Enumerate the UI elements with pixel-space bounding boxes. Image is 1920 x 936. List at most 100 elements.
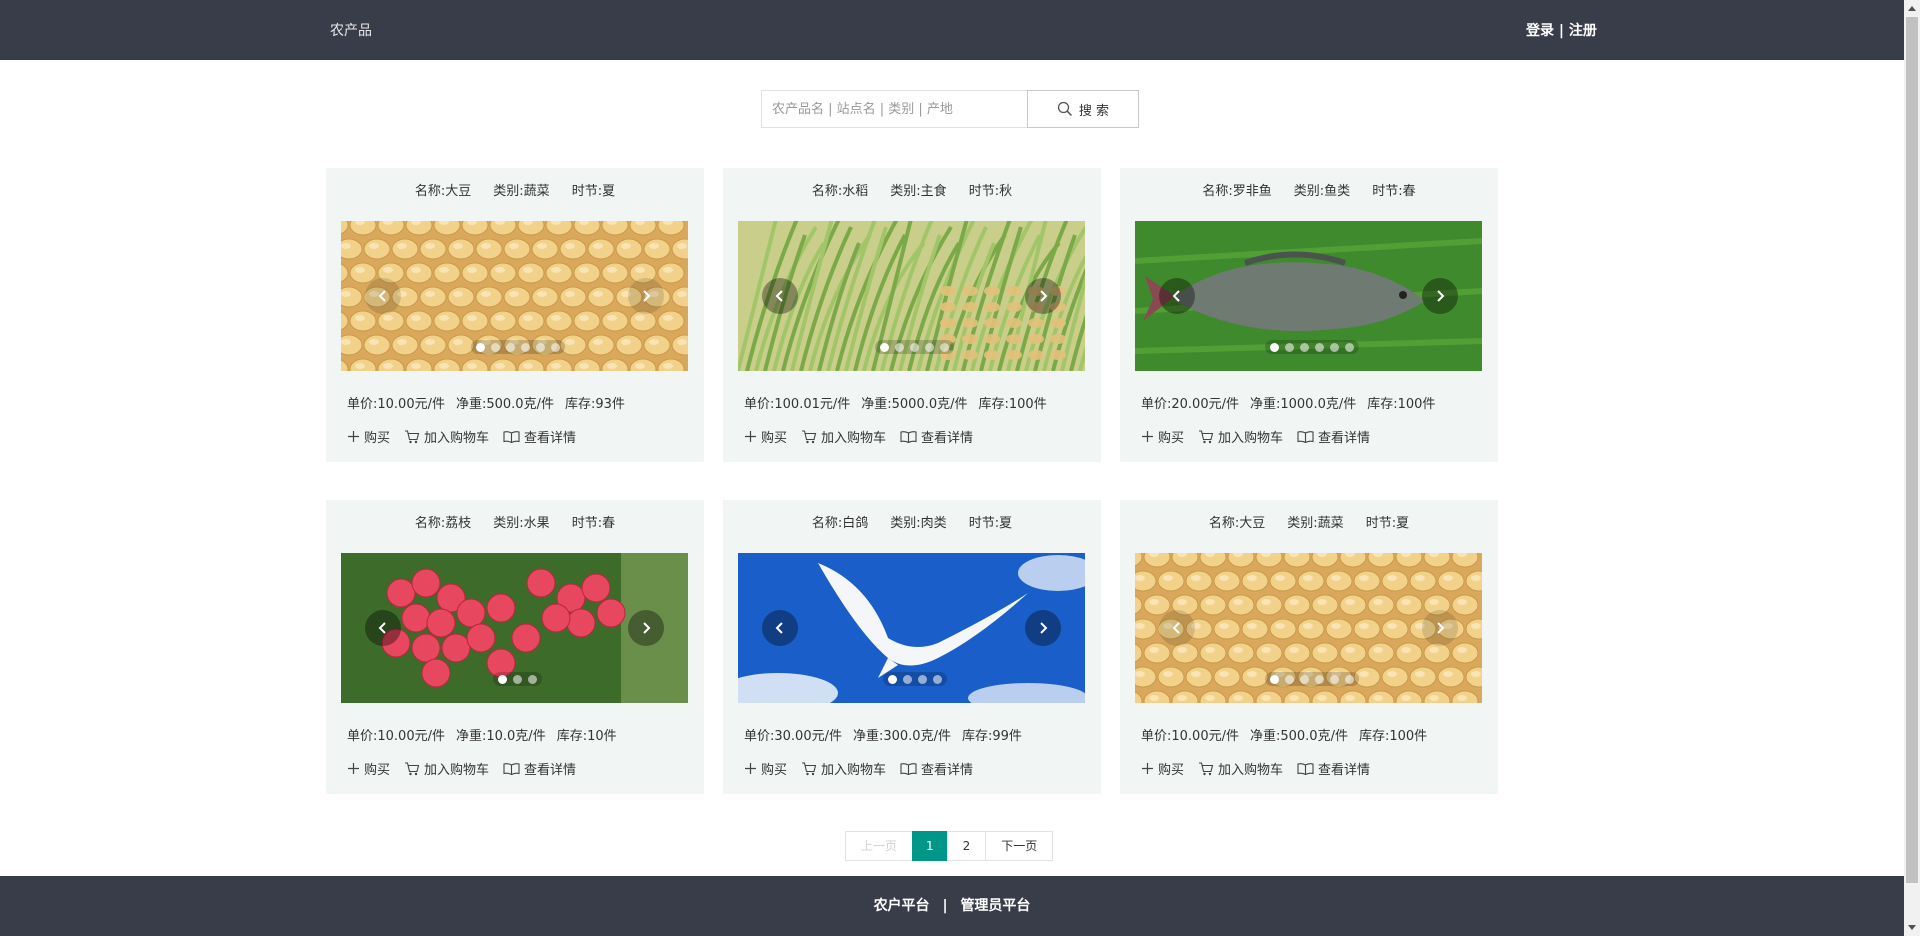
search-button[interactable]: 搜 索 (1027, 90, 1139, 128)
search-input[interactable] (761, 90, 1028, 128)
product-image-carousel[interactable] (738, 553, 1085, 703)
farmer-platform-link[interactable]: 农户平台 (874, 898, 930, 914)
chevron-right-icon (1040, 622, 1048, 634)
add-to-cart-button[interactable]: 加入购物车 (1198, 427, 1283, 446)
carousel-next-button[interactable] (1025, 610, 1061, 646)
carousel-next-button[interactable] (1025, 278, 1061, 314)
carousel-indicator[interactable] (528, 674, 537, 684)
product-info: 单价:20.00元/件 净重:1000.0克/件 库存:100件 (1141, 393, 1446, 412)
login-link[interactable]: 登录 (1526, 23, 1554, 39)
plus-icon (1142, 431, 1153, 442)
search-button-label: 搜 索 (1078, 103, 1110, 119)
add-to-cart-button[interactable]: 加入购物车 (1198, 759, 1283, 778)
buy-button[interactable]: 购买 (744, 759, 787, 778)
search-bar: 搜 索 (761, 90, 1141, 128)
product-name: 名称:大豆 (1208, 516, 1266, 531)
carousel-indicator[interactable] (505, 342, 515, 352)
register-link[interactable]: 注册 (1569, 23, 1597, 39)
carousel-indicator[interactable] (535, 342, 545, 352)
product-image-carousel[interactable] (1135, 221, 1482, 371)
view-details-button[interactable]: 查看详情 (1297, 427, 1370, 446)
page-scrollbar[interactable] (1904, 0, 1920, 936)
carousel-indicator[interactable] (910, 342, 919, 352)
site-brand[interactable]: 农产品 (330, 20, 372, 40)
buy-button[interactable]: 购买 (347, 759, 390, 778)
add-to-cart-button[interactable]: 加入购物车 (801, 427, 886, 446)
carousel-indicator[interactable] (902, 674, 912, 684)
carousel-indicator[interactable] (490, 342, 500, 352)
product-image-carousel[interactable] (341, 221, 688, 371)
carousel-indicator[interactable] (1344, 674, 1354, 684)
view-details-label: 查看详情 (921, 763, 974, 778)
carousel-next-button[interactable] (1422, 610, 1458, 646)
scrollbar-thumb[interactable] (1906, 17, 1918, 883)
carousel-indicator[interactable] (925, 342, 934, 352)
carousel-next-button[interactable] (628, 610, 664, 646)
carousel-indicator[interactable] (1314, 674, 1324, 684)
buy-button[interactable]: 购买 (347, 427, 390, 446)
next-page-button[interactable]: 下一页 (985, 831, 1054, 861)
carousel-indicator[interactable] (917, 674, 927, 684)
product-price: 单价:20.00元/件 (1141, 397, 1239, 412)
carousel-indicator[interactable] (932, 674, 942, 684)
carousel-indicator[interactable] (1284, 674, 1294, 684)
product-image-carousel[interactable] (738, 221, 1085, 371)
carousel-indicator[interactable] (940, 342, 949, 352)
buy-button[interactable]: 购买 (1141, 427, 1184, 446)
view-details-button[interactable]: 查看详情 (503, 427, 576, 446)
prev-page-button[interactable]: 上一页 (845, 831, 914, 861)
carousel-indicator[interactable] (880, 342, 889, 352)
product-image-carousel[interactable] (341, 553, 688, 703)
pagination: 上一页 1 2 下一页 (845, 831, 1054, 861)
carousel-indicator[interactable] (1329, 674, 1339, 684)
admin-platform-link[interactable]: 管理员平台 (960, 898, 1030, 914)
carousel-indicator[interactable] (1344, 342, 1354, 352)
carousel-indicator[interactable] (513, 674, 522, 684)
carousel-indicator[interactable] (1329, 342, 1339, 352)
cart-icon (1199, 429, 1214, 443)
carousel-indicator[interactable] (520, 342, 530, 352)
carousel-prev-button[interactable] (365, 610, 401, 646)
carousel-prev-button[interactable] (762, 278, 798, 314)
view-details-button[interactable]: 查看详情 (1297, 759, 1370, 778)
view-details-button[interactable]: 查看详情 (900, 427, 973, 446)
product-image-carousel[interactable] (1135, 553, 1482, 703)
carousel-indicator[interactable] (475, 342, 485, 352)
carousel-indicators (470, 340, 565, 354)
add-to-cart-button[interactable]: 加入购物车 (404, 759, 489, 778)
carousel-next-button[interactable] (628, 278, 664, 314)
carousel-indicator[interactable] (1299, 674, 1309, 684)
product-card: 名称:白鸽 类别:肉类 时节:夏 单价:30.00元/件 净重:300.0克/件 库存:… (723, 500, 1101, 794)
product-season: 时节:夏 (571, 184, 616, 199)
carousel-prev-button[interactable] (365, 278, 401, 314)
chevron-left-icon (775, 290, 783, 302)
page-1-button[interactable]: 1 (912, 831, 948, 861)
carousel-indicator[interactable] (498, 674, 507, 684)
carousel-indicator[interactable] (550, 342, 560, 352)
carousel-prev-button[interactable] (762, 610, 798, 646)
view-details-button[interactable]: 查看详情 (900, 759, 973, 778)
carousel-prev-button[interactable] (1159, 610, 1195, 646)
carousel-indicator[interactable] (1299, 342, 1309, 352)
carousel-prev-button[interactable] (1159, 278, 1195, 314)
scroll-up-arrow-icon[interactable] (1904, 0, 1920, 16)
cart-icon (1199, 761, 1214, 775)
carousel-indicator[interactable] (895, 342, 904, 352)
product-season: 时节:夏 (1365, 516, 1410, 531)
carousel-next-button[interactable] (1422, 278, 1458, 314)
chevron-left-icon (1172, 622, 1180, 634)
carousel-indicator[interactable] (1284, 342, 1294, 352)
buy-button[interactable]: 购买 (744, 427, 787, 446)
product-stock: 库存:93件 (564, 397, 625, 412)
add-to-cart-button[interactable]: 加入购物车 (801, 759, 886, 778)
carousel-indicator[interactable] (1269, 342, 1279, 352)
carousel-indicator[interactable] (1269, 674, 1279, 684)
scroll-down-arrow-icon[interactable] (1904, 920, 1920, 936)
page-2-button[interactable]: 2 (946, 831, 987, 861)
product-info: 单价:30.00元/件 净重:300.0克/件 库存:99件 (744, 725, 1033, 744)
carousel-indicator[interactable] (1314, 342, 1324, 352)
add-to-cart-button[interactable]: 加入购物车 (404, 427, 489, 446)
carousel-indicator[interactable] (887, 674, 897, 684)
view-details-button[interactable]: 查看详情 (503, 759, 576, 778)
buy-button[interactable]: 购买 (1141, 759, 1184, 778)
